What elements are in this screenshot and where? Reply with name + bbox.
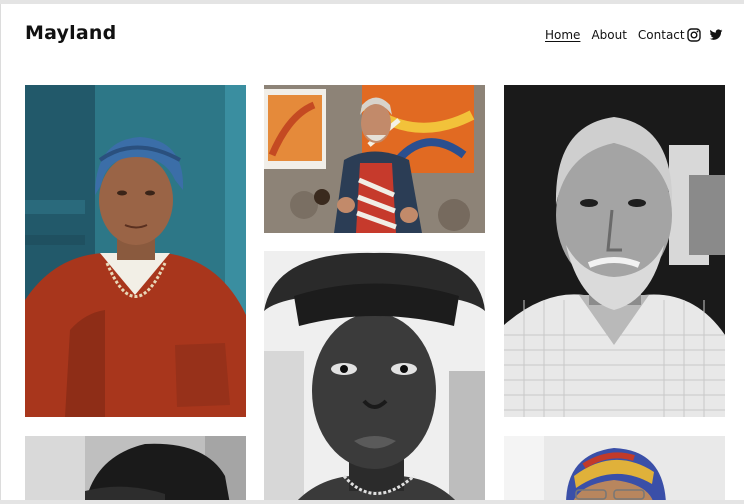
gallery-photo-painter[interactable] — [264, 85, 485, 233]
site-logo[interactable]: Mayland — [25, 22, 116, 44]
gallery-photo-young-man-cap[interactable] — [264, 251, 485, 504]
instagram-icon[interactable] — [687, 28, 701, 42]
nav-about-link[interactable]: About — [591, 28, 626, 42]
gallery-photo-person-cap[interactable] — [25, 436, 246, 504]
nav-home-link[interactable]: Home — [545, 28, 580, 42]
nav-contact-link[interactable]: Contact — [638, 28, 685, 42]
gallery-photo-woman-headscarf[interactable] — [25, 85, 246, 417]
gallery-photo-woman-headwrap[interactable] — [504, 436, 725, 504]
gallery-photo-elderly-man[interactable] — [504, 85, 725, 417]
window-bottom-edge — [0, 500, 744, 504]
browser-viewport: Mayland Home About Contact — [0, 4, 744, 504]
social-links — [687, 28, 723, 42]
twitter-icon[interactable] — [709, 28, 723, 42]
main-nav: Home About Contact — [545, 28, 685, 42]
